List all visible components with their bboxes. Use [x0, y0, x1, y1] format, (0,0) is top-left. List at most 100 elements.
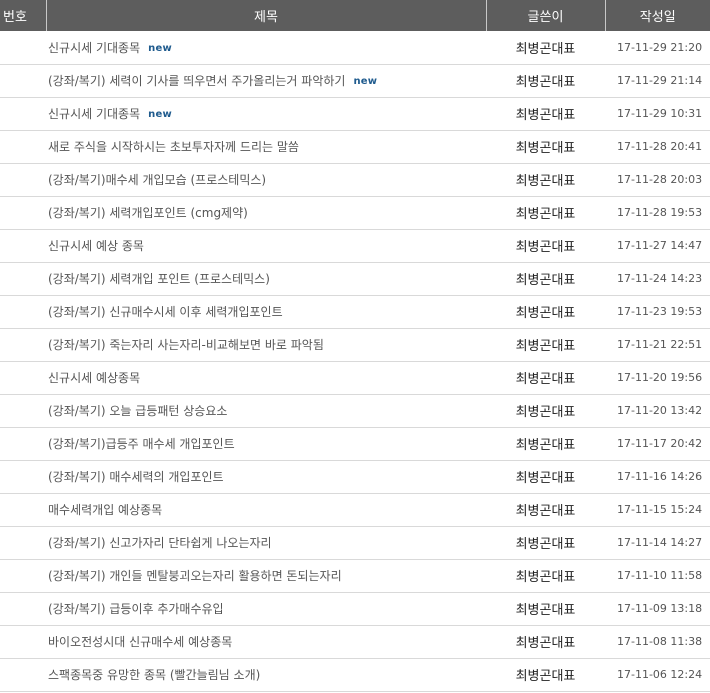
- table-row: (강좌/복기)급등주 매수세 개입포인트 최병곤대표 17-11-17 20:42: [0, 427, 710, 460]
- post-author: 최병곤대표: [515, 570, 576, 585]
- post-number: [0, 460, 46, 493]
- table-row: 신규시세 예상 종목 최병곤대표 17-11-27 14:47: [0, 229, 710, 262]
- post-title-link[interactable]: (강좌/복기) 오늘 급등패턴 상승요소: [48, 404, 227, 418]
- post-date: 17-11-08 11:38: [617, 635, 703, 648]
- post-author: 최병곤대표: [515, 471, 576, 486]
- table-row: 신규시세 기대종목 new 최병곤대표 17-11-29 10:31: [0, 97, 710, 130]
- table-row: 신규시세 예상종목 최병곤대표 17-11-20 19:56: [0, 361, 710, 394]
- post-title-cell: 신규시세 기대종목 new: [46, 31, 486, 64]
- post-date: 17-11-27 14:47: [617, 239, 703, 252]
- header-row: 번호 제목 글쓴이 작성일: [0, 0, 710, 31]
- post-date: 17-11-06 12:24: [617, 668, 703, 681]
- table-row: 스팩종목중 유망한 종목 (빨간늘림님 소개) 최병곤대표 17-11-06 12:…: [0, 658, 710, 691]
- post-date: 17-11-28 20:03: [617, 173, 703, 186]
- table-row: 신규시세 기대종목 new 최병곤대표 17-11-29 21:20: [0, 31, 710, 64]
- post-title-link[interactable]: (강좌/복기)급등주 매수세 개입포인트: [48, 437, 235, 451]
- post-number: [0, 97, 46, 130]
- post-date: 17-11-24 14:23: [617, 272, 703, 285]
- post-author: 최병곤대표: [515, 306, 576, 321]
- header-num: 번호: [0, 0, 47, 31]
- post-date: 17-11-20 13:42: [617, 404, 703, 417]
- post-number: [0, 658, 46, 691]
- post-number: [0, 31, 46, 64]
- table-row: (강좌/복기) 죽는자리 사는자리-비교해보면 바로 파악됨 최병곤대표 17-11…: [0, 328, 710, 361]
- table-row: (강좌/복기) 세력개입포인트 (cmg제약) 최병곤대표 17-11-28 19:…: [0, 196, 710, 229]
- post-number: [0, 130, 46, 163]
- post-author: 최병곤대표: [515, 504, 576, 519]
- header-title: 제목: [46, 0, 487, 31]
- post-title-cell: (강좌/복기) 세력이 기사를 띄우면서 주가올리는거 파악하기 new: [46, 64, 486, 97]
- post-title-cell: (강좌/복기) 신고가자리 단타쉽게 나오는자리: [46, 526, 486, 559]
- post-number: [0, 559, 46, 592]
- post-title-link[interactable]: 매수세력개입 예상종목: [48, 503, 162, 517]
- post-date: 17-11-09 13:18: [617, 602, 703, 615]
- post-title-cell: (강좌/복기) 세력개입포인트 (cmg제약): [46, 196, 486, 229]
- post-title-link[interactable]: (강좌/복기) 세력개입 포인트 (프로스테믹스): [48, 272, 270, 286]
- post-author: 최병곤대표: [515, 108, 576, 123]
- post-title-link[interactable]: 신규시세 예상종목: [48, 371, 140, 385]
- post-author: 최병곤대표: [515, 603, 576, 618]
- post-date: 17-11-29 21:20: [617, 40, 703, 54]
- post-title-link[interactable]: (강좌/복기) 급등이후 추가매수유입: [48, 602, 224, 616]
- post-title-link[interactable]: 새로 주식을 시작하시는 초보투자자께 드리는 말씀: [48, 140, 299, 154]
- post-date: 17-11-15 15:24: [617, 503, 703, 516]
- post-number: [0, 295, 46, 328]
- board-table: 번호 제목 글쓴이 작성일 신규시세 기대종목 new 최병곤대표 17-11-29 …: [0, 0, 710, 692]
- post-title-cell: (강좌/복기) 오늘 급등패턴 상승요소: [46, 394, 486, 427]
- board-body: 신규시세 기대종목 new 최병곤대표 17-11-29 21:20 (강좌/복기) 세…: [0, 31, 710, 691]
- table-row: 매수세력개입 예상종목 최병곤대표 17-11-15 15:24: [0, 493, 710, 526]
- header-author: 글쓴이: [486, 0, 606, 31]
- post-title-link[interactable]: (강좌/복기) 세력이 기사를 띄우면서 주가올리는거 파악하기: [48, 74, 345, 88]
- new-badge: new: [148, 109, 172, 120]
- table-row: (강좌/복기) 신규매수시세 이후 세력개입포인트 최병곤대표 17-11-23 1…: [0, 295, 710, 328]
- post-title-cell: (강좌/복기) 세력개입 포인트 (프로스테믹스): [46, 262, 486, 295]
- post-number: [0, 163, 46, 196]
- post-title-link[interactable]: (강좌/복기) 죽는자리 사는자리-비교해보면 바로 파악됨: [48, 338, 324, 352]
- post-title-link[interactable]: (강좌/복기)매수세 개입모습 (프로스테믹스): [48, 173, 266, 187]
- table-row: (강좌/복기) 오늘 급등패턴 상승요소 최병곤대표 17-11-20 13:42: [0, 394, 710, 427]
- post-date: 17-11-21 22:51: [617, 338, 703, 351]
- post-author: 최병곤대표: [515, 405, 576, 420]
- header-date: 작성일: [639, 10, 676, 25]
- new-badge: new: [148, 42, 172, 54]
- post-title-link[interactable]: (강좌/복기) 세력개입포인트 (cmg제약): [48, 206, 248, 220]
- post-title-link[interactable]: (강좌/복기) 개인들 멘탈붕괴오는자리 활용하면 돈되는자리: [48, 569, 342, 583]
- post-author: 최병곤대표: [515, 41, 576, 57]
- post-number: [0, 394, 46, 427]
- post-author: 최병곤대표: [515, 174, 576, 189]
- post-author: 최병곤대표: [515, 207, 576, 222]
- table-row: (강좌/복기) 세력이 기사를 띄우면서 주가올리는거 파악하기 new 최병곤대표…: [0, 64, 710, 97]
- post-title-cell: 바이오전성시대 신규매수세 예상종목: [46, 625, 486, 658]
- post-date: 17-11-17 20:42: [617, 437, 703, 450]
- post-title-link[interactable]: 신규시세 기대종목: [48, 41, 140, 55]
- post-title-cell: (강좌/복기) 죽는자리 사는자리-비교해보면 바로 파악됨: [46, 328, 486, 361]
- post-title-link[interactable]: 신규시세 기대종목: [48, 107, 140, 121]
- post-title-link[interactable]: 스팩종목중 유망한 종목 (빨간늘림님 소개): [48, 668, 260, 682]
- post-author: 최병곤대표: [515, 372, 576, 387]
- post-date: 17-11-20 19:56: [617, 371, 703, 384]
- post-title-cell: (강좌/복기) 급등이후 추가매수유입: [46, 592, 486, 625]
- post-author: 최병곤대표: [515, 669, 576, 684]
- post-title-cell: (강좌/복기) 개인들 멘탈붕괴오는자리 활용하면 돈되는자리: [46, 559, 486, 592]
- post-title-link[interactable]: (강좌/복기) 매수세력의 개입포인트: [48, 470, 224, 484]
- post-title-link[interactable]: 신규시세 예상 종목: [48, 239, 144, 253]
- post-number: [0, 592, 46, 625]
- board-header: 번호 제목 글쓴이 작성일: [0, 0, 710, 31]
- post-number: [0, 361, 46, 394]
- post-title-link[interactable]: 바이오전성시대 신규매수세 예상종목: [48, 635, 232, 649]
- post-date: 17-11-28 20:41: [617, 140, 703, 153]
- post-author: 최병곤대표: [515, 141, 576, 156]
- post-number: [0, 328, 46, 361]
- post-date: 17-11-28 19:53: [617, 206, 703, 219]
- post-author: 최병곤대표: [515, 537, 576, 552]
- post-author: 최병곤대표: [515, 75, 576, 90]
- post-number: [0, 493, 46, 526]
- table-row: (강좌/복기) 매수세력의 개입포인트 최병곤대표 17-11-16 14:26: [0, 460, 710, 493]
- post-title-cell: (강좌/복기) 신규매수시세 이후 세력개입포인트: [46, 295, 486, 328]
- post-number: [0, 196, 46, 229]
- post-title-cell: 새로 주식을 시작하시는 초보투자자께 드리는 말씀: [46, 130, 486, 163]
- post-title-cell: 스팩종목중 유망한 종목 (빨간늘림님 소개): [46, 658, 486, 691]
- post-date: 17-11-16 14:26: [617, 470, 703, 483]
- post-title-link[interactable]: (강좌/복기) 신규매수시세 이후 세력개입포인트: [48, 305, 283, 319]
- post-title-link[interactable]: (강좌/복기) 신고가자리 단타쉽게 나오는자리: [48, 536, 272, 550]
